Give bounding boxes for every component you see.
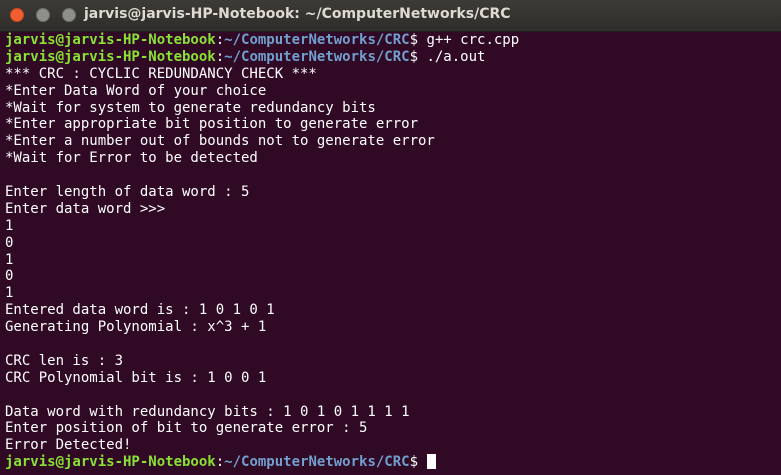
output-line: *Enter Data Word of your choice bbox=[5, 82, 267, 99]
prompt-path: ~/ComputerNetworks/CRC bbox=[224, 32, 410, 48]
prompt-dollar: $ bbox=[409, 454, 427, 471]
output-line: Data word with redundancy bits : 1 0 1 0… bbox=[5, 403, 410, 420]
output-line: 0 bbox=[5, 234, 14, 251]
program-output: *** CRC : CYCLIC REDUNDANCY CHECK *** *En… bbox=[0, 66, 781, 454]
prompt-path: ~/ComputerNetworks/CRC bbox=[224, 48, 410, 65]
output-line: *Wait for system to generate redundancy … bbox=[5, 99, 376, 116]
title-bar[interactable]: jarvis@jarvis-HP-Notebook: ~/ComputerNet… bbox=[0, 0, 781, 32]
output-line: *Enter a number out of bounds not to gen… bbox=[5, 133, 435, 150]
maximize-button[interactable] bbox=[62, 8, 76, 22]
command-text: ./a.out bbox=[426, 48, 486, 65]
prompt-line: jarvis@jarvis-HP-Notebook:~/ComputerNetw… bbox=[0, 49, 781, 66]
output-line: CRC len is : 3 bbox=[5, 352, 124, 369]
close-button[interactable] bbox=[10, 8, 24, 22]
prompt-path: ~/ComputerNetworks/CRC bbox=[224, 454, 410, 471]
prompt-user-host: jarvis@jarvis-HP-Notebook bbox=[5, 454, 216, 471]
prompt-line: jarvis@jarvis-HP-Notebook:~/ComputerNetw… bbox=[0, 454, 781, 471]
prompt-user-host: jarvis@jarvis-HP-Notebook bbox=[5, 48, 216, 65]
output-line: 0 bbox=[5, 268, 14, 285]
output-line: 1 bbox=[5, 285, 14, 302]
cursor-block bbox=[427, 454, 437, 470]
window-title: jarvis@jarvis-HP-Notebook: ~/ComputerNet… bbox=[84, 6, 511, 22]
output-line: *Wait for Error to be detected bbox=[5, 150, 258, 167]
prompt-colon: : bbox=[215, 32, 225, 48]
prompt-colon: : bbox=[215, 48, 225, 65]
output-line: 1 bbox=[5, 217, 14, 234]
output-line: Enter length of data word : 5 bbox=[5, 184, 250, 201]
output-line: Generating Polynomial : x^3 + 1 bbox=[5, 319, 267, 336]
prompt-colon: : bbox=[215, 454, 225, 471]
minimize-button[interactable] bbox=[36, 8, 50, 22]
output-line: *Enter appropriate bit position to gener… bbox=[5, 116, 419, 133]
prompt-dollar: $ bbox=[409, 32, 427, 48]
command-text: g++ crc.cpp bbox=[426, 32, 520, 48]
prompt-dollar: $ bbox=[409, 48, 427, 65]
prompt-user-host: jarvis@jarvis-HP-Notebook bbox=[5, 32, 216, 48]
terminal-area[interactable]: jarvis@jarvis-HP-Notebook:~/ComputerNetw… bbox=[0, 32, 781, 475]
output-line: 1 bbox=[5, 251, 14, 268]
prompt-line: jarvis@jarvis-HP-Notebook:~/ComputerNetw… bbox=[0, 32, 781, 49]
output-line: Error Detected! bbox=[5, 437, 132, 454]
terminal-window: jarvis@jarvis-HP-Notebook: ~/ComputerNet… bbox=[0, 0, 781, 475]
output-line: CRC Polynomial bit is : 1 0 0 1 bbox=[5, 369, 267, 386]
output-line: Enter data word >>> bbox=[5, 200, 166, 217]
output-line: *** CRC : CYCLIC REDUNDANCY CHECK *** bbox=[5, 65, 317, 82]
output-line: Entered data word is : 1 0 1 0 1 bbox=[5, 302, 275, 319]
output-line: Enter position of bit to generate error … bbox=[5, 420, 368, 437]
